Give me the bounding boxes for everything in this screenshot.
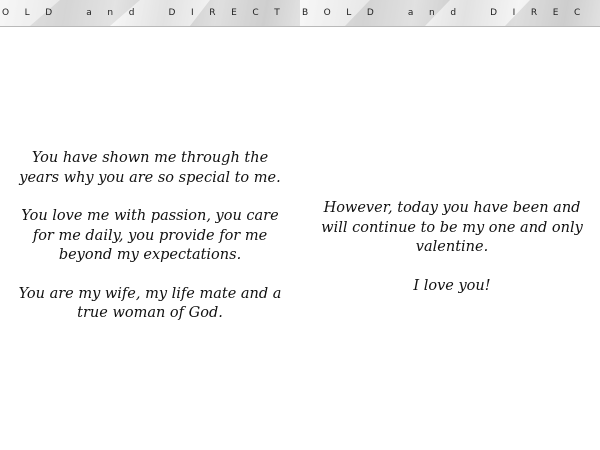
left-paragraph: You have shown me through the years why … (19, 150, 281, 186)
right-panel-message: However, today you have been and will co… (312, 199, 592, 296)
left-paragraph: You love me with passion, you care for m… (21, 208, 279, 263)
card-spread: OLD and DIRECT BOLD and DIREC You have s… (0, 0, 600, 450)
right-banner-text: BOLD and DIREC (302, 8, 596, 18)
right-header-banner: BOLD and DIREC (300, 0, 600, 27)
left-panel-message: You have shown me through the years why … (10, 149, 290, 324)
right-paragraph: However, today you have been and will co… (321, 200, 583, 255)
left-paragraph: You are my wife, my life mate and a true… (18, 285, 282, 322)
left-header-banner: OLD and DIRECT (0, 0, 300, 27)
left-banner-text: OLD and DIRECT (2, 8, 296, 18)
right-paragraph: I love you! (413, 277, 491, 294)
